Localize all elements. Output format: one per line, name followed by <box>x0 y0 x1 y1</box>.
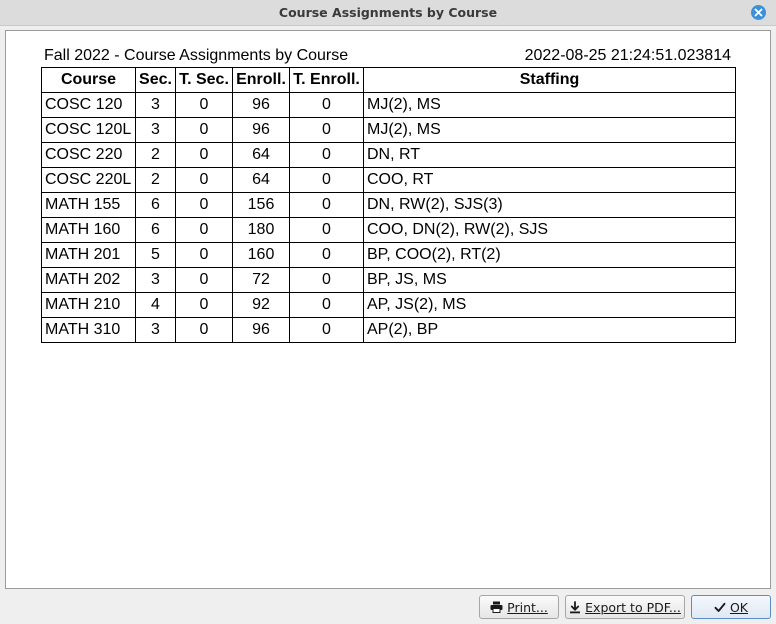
cell-staffing: MJ(2), MS <box>363 92 736 118</box>
cell-enrollment: 64 <box>232 142 290 168</box>
column-header-sections: Sec. <box>135 67 176 93</box>
cell-course: COSC 220 <box>41 142 136 168</box>
cell-staffing: AP, JS(2), MS <box>363 292 736 318</box>
cell-sections: 2 <box>135 167 176 193</box>
cell-team-enrollment: 0 <box>289 92 364 118</box>
printer-icon <box>490 601 503 613</box>
cell-enrollment: 156 <box>232 192 290 218</box>
cell-team-sections: 0 <box>175 292 233 318</box>
cell-course: COSC 220L <box>41 167 136 193</box>
cell-staffing: COO, DN(2), RW(2), SJS <box>363 217 736 243</box>
cell-staffing: BP, COO(2), RT(2) <box>363 242 736 268</box>
cell-course: MATH 202 <box>41 267 136 293</box>
cell-team-enrollment: 0 <box>289 117 364 143</box>
table-row: MATH 201 5 0 160 0 BP, COO(2), RT(2) <box>41 242 736 268</box>
cell-staffing: DN, RT <box>363 142 736 168</box>
export-pdf-button[interactable]: Export to PDF... <box>565 595 685 619</box>
print-button-label: Print... <box>507 599 548 615</box>
cell-sections: 5 <box>135 242 176 268</box>
ok-button[interactable]: OK <box>691 595 771 619</box>
cell-sections: 4 <box>135 292 176 318</box>
cell-team-enrollment: 0 <box>289 267 364 293</box>
download-icon <box>569 600 581 614</box>
cell-team-sections: 0 <box>175 242 233 268</box>
cell-staffing: MJ(2), MS <box>363 117 736 143</box>
table-row: MATH 160 6 0 180 0 COO, DN(2), RW(2), SJ… <box>41 217 736 243</box>
cell-enrollment: 160 <box>232 242 290 268</box>
cell-sections: 3 <box>135 317 176 343</box>
cell-team-sections: 0 <box>175 92 233 118</box>
close-button[interactable] <box>751 5 766 20</box>
cell-enrollment: 96 <box>232 92 290 118</box>
table-row: COSC 120L 3 0 96 0 MJ(2), MS <box>41 117 736 143</box>
column-header-team-sections: T. Sec. <box>175 67 233 93</box>
cell-sections: 3 <box>135 117 176 143</box>
cell-course: MATH 210 <box>41 292 136 318</box>
table-row: COSC 220L 2 0 64 0 COO, RT <box>41 167 736 193</box>
cell-sections: 6 <box>135 217 176 243</box>
assignments-table: Course Sec. T. Sec. Enroll. T. Enroll. S… <box>41 67 736 343</box>
column-header-staffing: Staffing <box>363 67 736 93</box>
cell-team-enrollment: 0 <box>289 292 364 318</box>
cell-sections: 3 <box>135 92 176 118</box>
cell-team-enrollment: 0 <box>289 217 364 243</box>
cell-course: MATH 155 <box>41 192 136 218</box>
column-header-enrollment: Enroll. <box>232 67 290 93</box>
cell-course: MATH 201 <box>41 242 136 268</box>
export-pdf-button-label: Export to PDF... <box>585 599 681 615</box>
cell-enrollment: 96 <box>232 117 290 143</box>
cell-enrollment: 96 <box>232 317 290 343</box>
cell-team-enrollment: 0 <box>289 242 364 268</box>
column-header-team-enrollment: T. Enroll. <box>289 67 364 93</box>
table-row: MATH 310 3 0 96 0 AP(2), BP <box>41 317 736 343</box>
cell-team-sections: 0 <box>175 317 233 343</box>
button-bar: Print... Export to PDF... OK <box>0 590 776 624</box>
cell-course: COSC 120L <box>41 117 136 143</box>
table-row: MATH 155 6 0 156 0 DN, RW(2), SJS(3) <box>41 192 736 218</box>
cell-team-enrollment: 0 <box>289 192 364 218</box>
checkmark-icon <box>714 602 726 613</box>
title-bar: Course Assignments by Course <box>0 0 776 26</box>
cell-course: MATH 310 <box>41 317 136 343</box>
cell-team-sections: 0 <box>175 142 233 168</box>
ok-button-label: OK <box>729 599 749 615</box>
cell-staffing: BP, JS, MS <box>363 267 736 293</box>
window-title: Course Assignments by Course <box>278 5 498 20</box>
cell-team-sections: 0 <box>175 217 233 243</box>
cell-sections: 2 <box>135 142 176 168</box>
report-timestamp: 2022-08-25 21:24:51.023814 <box>524 47 731 64</box>
cell-staffing: AP(2), BP <box>363 317 736 343</box>
cell-enrollment: 64 <box>232 167 290 193</box>
cell-staffing: COO, RT <box>363 167 736 193</box>
cell-team-sections: 0 <box>175 267 233 293</box>
cell-sections: 6 <box>135 192 176 218</box>
cell-team-enrollment: 0 <box>289 142 364 168</box>
cell-team-enrollment: 0 <box>289 167 364 193</box>
cell-team-sections: 0 <box>175 192 233 218</box>
table-row: MATH 210 4 0 92 0 AP, JS(2), MS <box>41 292 736 318</box>
table-row: COSC 120 3 0 96 0 MJ(2), MS <box>41 92 736 118</box>
cell-team-sections: 0 <box>175 167 233 193</box>
table-row: MATH 202 3 0 72 0 BP, JS, MS <box>41 267 736 293</box>
cell-team-sections: 0 <box>175 117 233 143</box>
cell-team-enrollment: 0 <box>289 317 364 343</box>
cell-enrollment: 92 <box>232 292 290 318</box>
cell-enrollment: 180 <box>232 217 290 243</box>
cell-course: COSC 120 <box>41 92 136 118</box>
table-header-row: Course Sec. T. Sec. Enroll. T. Enroll. S… <box>41 67 736 93</box>
print-button[interactable]: Print... <box>479 595 559 619</box>
close-icon <box>754 8 763 17</box>
table-row: COSC 220 2 0 64 0 DN, RT <box>41 142 736 168</box>
report-title: Fall 2022 - Course Assignments by Course <box>44 47 349 64</box>
cell-sections: 3 <box>135 267 176 293</box>
cell-enrollment: 72 <box>232 267 290 293</box>
report-panel: Fall 2022 - Course Assignments by Course… <box>5 30 771 589</box>
column-header-course: Course <box>41 67 136 93</box>
cell-staffing: DN, RW(2), SJS(3) <box>363 192 736 218</box>
cell-course: MATH 160 <box>41 217 136 243</box>
